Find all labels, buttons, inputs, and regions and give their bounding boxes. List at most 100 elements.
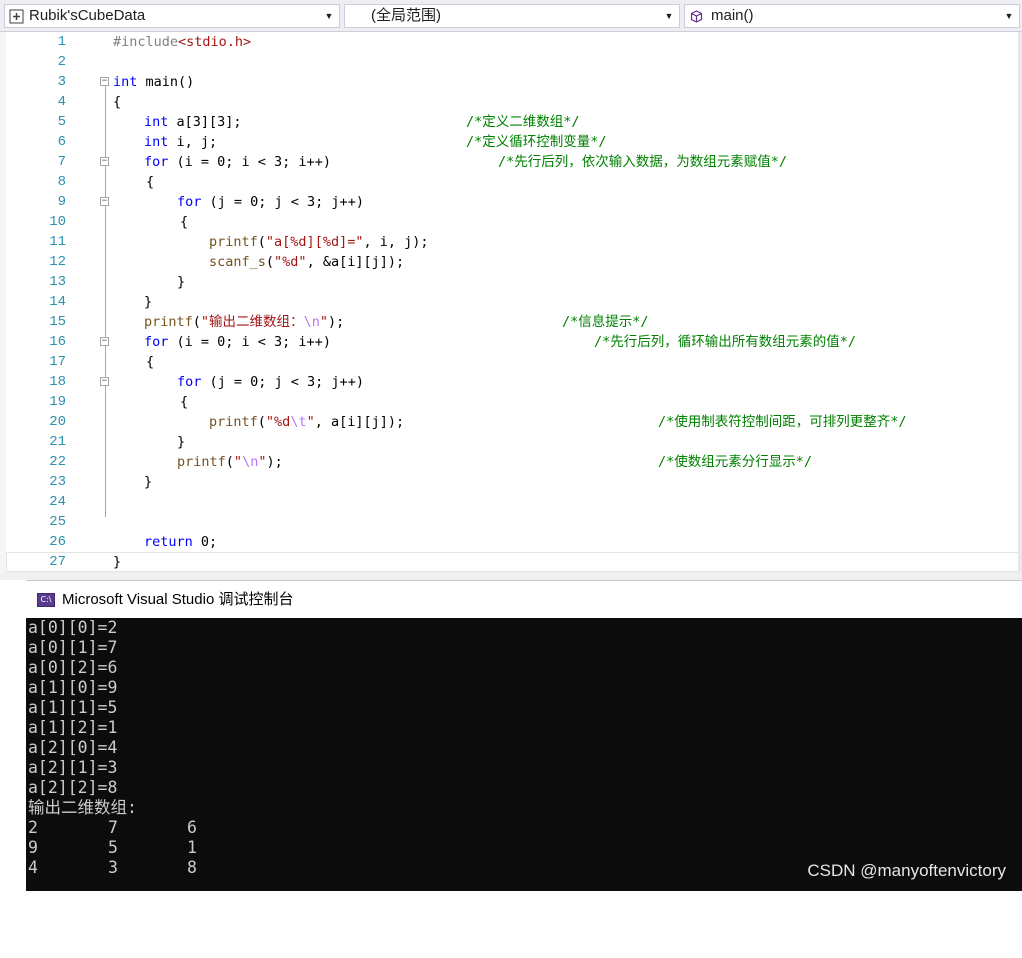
code-line: 21 } — [6, 432, 1020, 452]
code-line: 26 return 0; — [6, 532, 1020, 552]
line-number: 22 — [49, 454, 66, 470]
line-code: { — [146, 174, 155, 190]
line-number: 3 — [57, 74, 66, 90]
console-title-bar[interactable]: C:\ Microsoft Visual Studio 调试控制台 — [26, 580, 1022, 618]
line-code: { — [113, 94, 122, 110]
collapse-icon[interactable]: − — [100, 377, 109, 386]
vertical-scrollbar[interactable] — [1018, 32, 1022, 572]
line-comment: /*先行后列，依次输入数据，为数组元素赋值*/ — [498, 154, 788, 170]
line-number: 13 — [49, 274, 66, 290]
line-number: 27 — [49, 554, 66, 570]
line-number: 7 — [57, 154, 66, 170]
cube-icon — [690, 10, 703, 23]
line-code: } — [113, 554, 122, 570]
chevron-down-icon: ▼ — [664, 11, 674, 21]
collapse-icon[interactable]: − — [100, 337, 109, 346]
line-number: 23 — [49, 474, 66, 490]
matrix-row: 9 5 1 — [28, 838, 197, 858]
code-line: 5 int a[3][3]; /*定义二维数组*/ — [6, 112, 1020, 132]
code-line: 8 { — [6, 172, 1020, 192]
code-line: 20 printf("%d\t", a[i][j]); /*使用制表符控制间距，… — [6, 412, 1020, 432]
code-line: 4 { — [6, 92, 1020, 112]
code-line: 9 − for (j = 0; j < 3; j++) — [6, 192, 1020, 212]
code-line: 19 { — [6, 392, 1020, 412]
collapse-icon[interactable]: − — [100, 157, 109, 166]
line-code: printf("a[%d][%d]=", i, j); — [209, 234, 429, 250]
project-icon — [9, 9, 24, 24]
code-line: 10 { — [6, 212, 1020, 232]
code-line: 1 #include<stdio.h> — [6, 32, 1020, 52]
collapse-icon[interactable]: − — [100, 77, 109, 86]
console-input-line: a[2][0]=4 — [28, 738, 118, 757]
line-code: for (i = 0; i < 3; i++) — [144, 154, 331, 170]
debug-console-window[interactable]: C:\ Microsoft Visual Studio 调试控制台 a[0][0… — [26, 580, 1022, 891]
line-code: { — [146, 354, 155, 370]
chevron-down-icon: ▼ — [324, 11, 334, 21]
code-line: 11 printf("a[%d][%d]=", i, j); — [6, 232, 1020, 252]
project-label: Rubik'sCubeData — [29, 7, 146, 24]
line-number: 15 — [49, 314, 66, 330]
code-line: 14 } — [6, 292, 1020, 312]
line-code: printf("输出二维数组：\n"); — [144, 314, 345, 330]
line-number: 1 — [57, 34, 66, 50]
line-code: for (j = 0; j < 3; j++) — [177, 374, 364, 390]
code-line: 12 scanf_s("%d", &a[i][j]); — [6, 252, 1020, 272]
console-input-line: a[2][1]=3 — [28, 758, 118, 777]
chevron-down-icon: ▼ — [1004, 11, 1014, 21]
matrix-cell: 1 — [187, 838, 197, 857]
console-title: Microsoft Visual Studio 调试控制台 — [62, 591, 294, 608]
line-code: for (i = 0; i < 3; i++) — [144, 334, 331, 350]
code-line: 16 − for (i = 0; i < 3; i++) /*先行后列，循环输出… — [6, 332, 1020, 352]
console-input-line: a[2][2]=8 — [28, 778, 118, 797]
code-line: 2 — [6, 52, 1020, 72]
line-number: 16 — [49, 334, 66, 350]
line-code: int main() — [113, 74, 195, 90]
line-number: 9 — [57, 194, 66, 210]
line-code: } — [177, 274, 186, 290]
line-comment: /*先行后列，循环输出所有数组元素的值*/ — [594, 334, 857, 350]
project-dropdown[interactable]: Rubik'sCubeData ▼ — [4, 4, 340, 28]
line-number: 6 — [57, 134, 66, 150]
matrix-cell: 8 — [187, 858, 197, 877]
console-input-line: a[1][1]=5 — [28, 698, 118, 717]
line-code: } — [144, 474, 153, 490]
console-input-line: a[1][0]=9 — [28, 678, 118, 697]
collapse-icon[interactable]: − — [100, 197, 109, 206]
code-line: 15 printf("输出二维数组：\n"); /*信息提示*/ — [6, 312, 1020, 332]
line-code: { — [180, 394, 189, 410]
matrix-cell: 9 — [28, 838, 38, 857]
console-output: a[0][0]=2 a[0][1]=7 a[0][2]=6 a[1][0]=9 … — [28, 618, 1020, 891]
line-number: 11 — [49, 234, 66, 250]
line-code: scanf_s("%d", &a[i][j]); — [209, 254, 405, 270]
line-number: 26 — [49, 534, 66, 550]
member-dropdown[interactable]: main() ▼ — [684, 4, 1020, 28]
line-code: for (j = 0; j < 3; j++) — [177, 194, 364, 210]
line-number: 20 — [49, 414, 66, 430]
navigation-bar: Rubik'sCubeData ▼ (全局范围) ▼ main() ▼ — [0, 0, 1022, 32]
console-input-line: a[1][2]=1 — [28, 718, 118, 737]
line-code: #include<stdio.h> — [113, 34, 252, 50]
line-comment: /*使用制表符控制间距，可排列更整齐*/ — [658, 414, 907, 430]
console-app-icon: C:\ — [37, 593, 55, 607]
code-line: 6 int i, j; /*定义循环控制变量*/ — [6, 132, 1020, 152]
code-line: 25 — [6, 512, 1020, 532]
line-number: 24 — [49, 494, 66, 510]
scope-dropdown[interactable]: (全局范围) ▼ — [344, 4, 680, 28]
line-number: 21 — [49, 434, 66, 450]
matrix-cell: 7 — [108, 818, 118, 837]
matrix-cell: 3 — [108, 858, 118, 877]
code-line: 3 − int main() — [6, 72, 1020, 92]
line-number: 5 — [57, 114, 66, 130]
line-number: 4 — [57, 94, 66, 110]
matrix-cell: 4 — [28, 858, 38, 877]
line-code: } — [177, 434, 186, 450]
line-number: 18 — [49, 374, 66, 390]
line-number: 19 — [49, 394, 66, 410]
line-number: 25 — [49, 514, 66, 530]
code-line: 13 } — [6, 272, 1020, 292]
code-line: 22 printf("\n"); /*使数组元素分行显示*/ — [6, 452, 1020, 472]
code-editor[interactable]: 1 #include<stdio.h> 2 3 − int main() 4 {… — [6, 32, 1020, 572]
line-number: 14 — [49, 294, 66, 310]
matrix-row: 2 7 6 — [28, 818, 197, 838]
code-line: 18 − for (j = 0; j < 3; j++) — [6, 372, 1020, 392]
